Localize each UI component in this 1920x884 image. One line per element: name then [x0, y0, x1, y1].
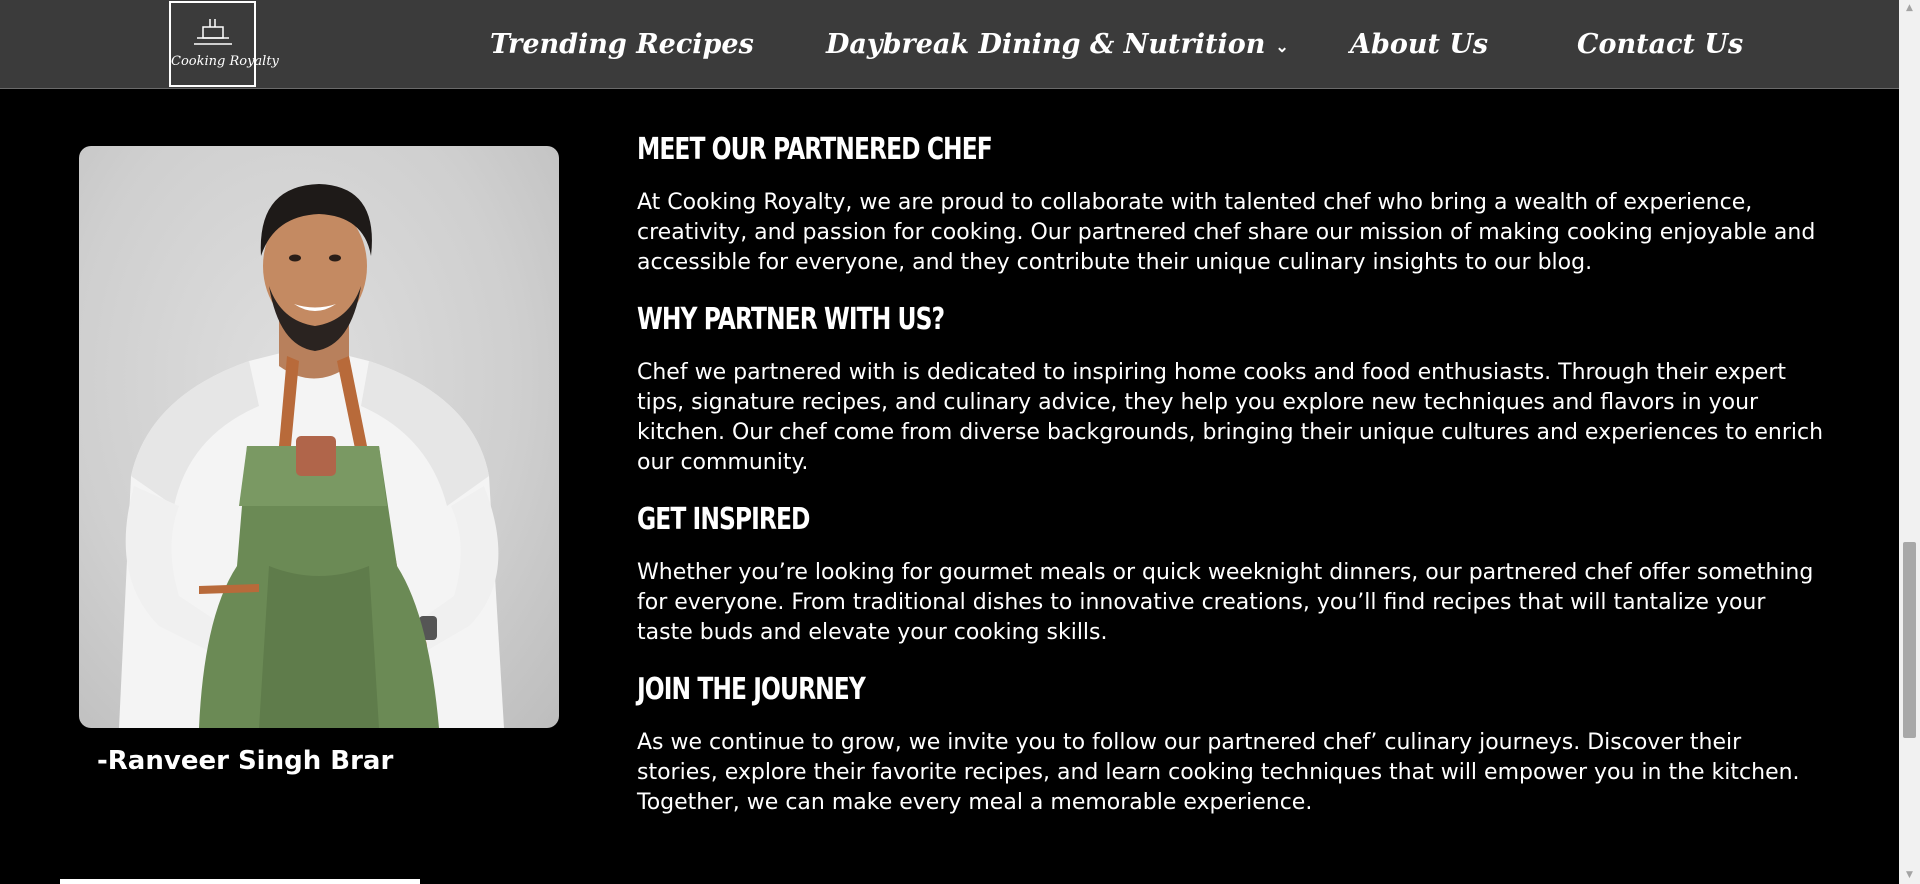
section-heading: MEET OUR PARTNERED CHEF: [637, 132, 993, 167]
chef-illustration: [119, 184, 504, 728]
section-join-journey: JOIN THE JOURNEY As we continue to grow,…: [637, 668, 1827, 818]
nav-contact-us[interactable]: Contact Us: [1577, 0, 1743, 89]
nav-label: About Us: [1350, 29, 1489, 60]
chevron-down-icon: ⌄: [1275, 37, 1289, 56]
logo-frame-bottom: [169, 85, 256, 87]
chef-caption: -Ranveer Singh Brar: [97, 746, 394, 776]
main-content: MEET OUR PARTNERED CHEF At Cooking Royal…: [637, 128, 1827, 818]
scroll-up-icon[interactable]: ▲: [1899, 0, 1920, 17]
nav-about-us[interactable]: About Us: [1350, 0, 1488, 89]
section-heading: GET INSPIRED: [637, 502, 810, 537]
section-get-inspired: GET INSPIRED Whether you’re looking for …: [637, 498, 1827, 648]
section-why-partner: WHY PARTNER WITH US? Chef we partnered w…: [637, 298, 1827, 478]
horizontal-scroll-indicator[interactable]: [60, 879, 420, 884]
nav-label: Daybreak Dining & Nutrition: [826, 29, 1266, 60]
nav-daybreak-dining[interactable]: Daybreak Dining & Nutrition ⌄: [826, 0, 1289, 89]
logo-frame-top: [169, 1, 256, 3]
scroll-down-icon[interactable]: ▼: [1899, 867, 1920, 884]
section-body: At Cooking Royalty, we are proud to coll…: [637, 190, 1816, 275]
chef-photo: [79, 146, 559, 728]
nav-trending-recipes[interactable]: Trending Recipes: [490, 0, 754, 89]
section-body: Whether you’re looking for gourmet meals…: [637, 560, 1814, 645]
section-body: As we continue to grow, we invite you to…: [637, 730, 1800, 815]
section-body: Chef we partnered with is dedicated to i…: [637, 360, 1824, 475]
section-heading: JOIN THE JOURNEY: [637, 672, 866, 707]
nav-label: Trending Recipes: [490, 29, 754, 60]
site-header: Cooking Royalty Trending Recipes Daybrea…: [0, 0, 1899, 89]
cooking-pot-icon: [194, 19, 232, 45]
logo-text: Cooking Royalty: [171, 54, 279, 69]
scroll-thumb[interactable]: [1903, 542, 1916, 738]
section-meet-chef: MEET OUR PARTNERED CHEF At Cooking Royal…: [637, 128, 1827, 278]
site-logo[interactable]: Cooking Royalty: [169, 1, 279, 87]
nav-label: Contact Us: [1577, 29, 1744, 60]
vertical-scrollbar[interactable]: ▲ ▼: [1899, 0, 1920, 884]
section-heading: WHY PARTNER WITH US?: [637, 302, 945, 337]
